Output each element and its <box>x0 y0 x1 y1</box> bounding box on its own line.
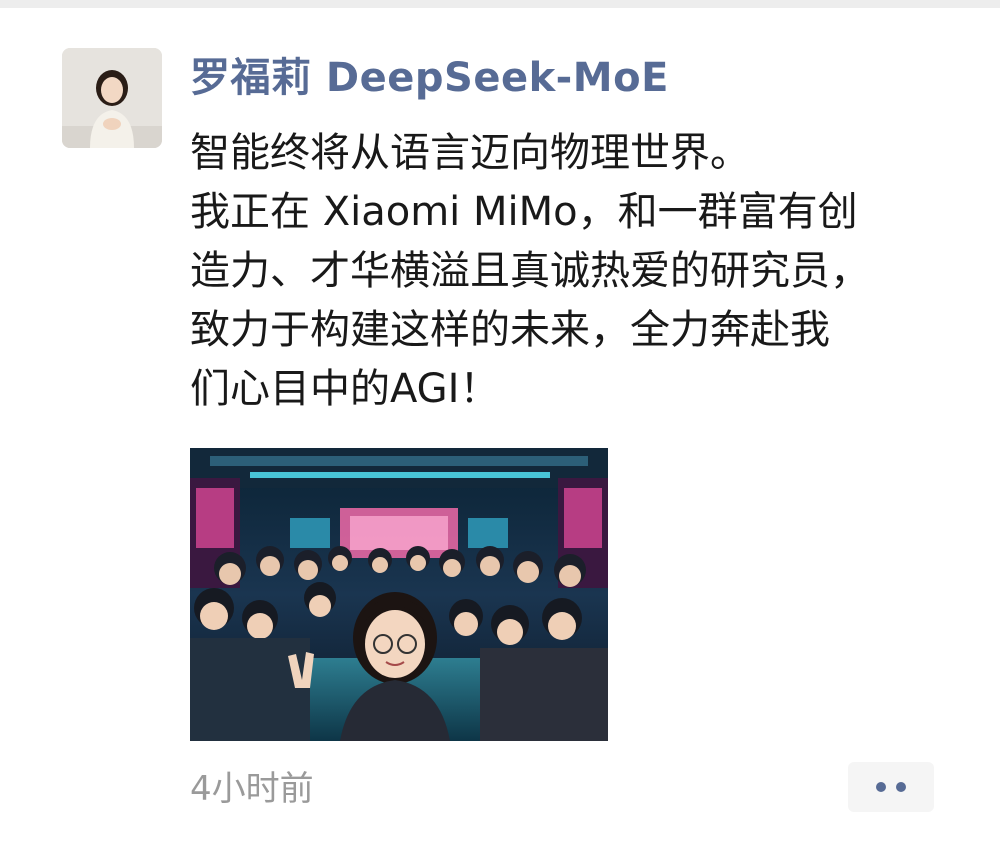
post-timestamp: 4小时前 <box>190 769 314 809</box>
team-selfie-illustration <box>190 448 608 741</box>
post-text-line: 我正在 Xiaomi MiMo，和一群富有创 <box>190 189 858 235</box>
post-text-line: 致力于构建这样的未来，全力奔赴我 <box>190 307 830 353</box>
post-text-line: 们心目中的AGI！ <box>190 366 500 412</box>
post-text-line: 智能终将从语言迈向物理世界。 <box>190 130 750 176</box>
post-text-line: 造力、才华横溢且真诚热爱的研究员， <box>190 248 870 294</box>
author-avatar[interactable] <box>62 48 162 148</box>
post-text: 智能终将从语言迈向物理世界。 我正在 Xiaomi MiMo，和一群富有创 造力… <box>190 124 920 419</box>
more-dots-icon <box>896 782 906 792</box>
author-name-link[interactable]: 罗福莉 DeepSeek-MoE <box>190 52 669 104</box>
top-divider <box>0 0 1000 8</box>
team-selfie-image[interactable] <box>190 448 608 741</box>
more-dots-icon <box>876 782 886 792</box>
avatar-photo <box>62 48 162 148</box>
more-options-button[interactable] <box>848 762 934 812</box>
